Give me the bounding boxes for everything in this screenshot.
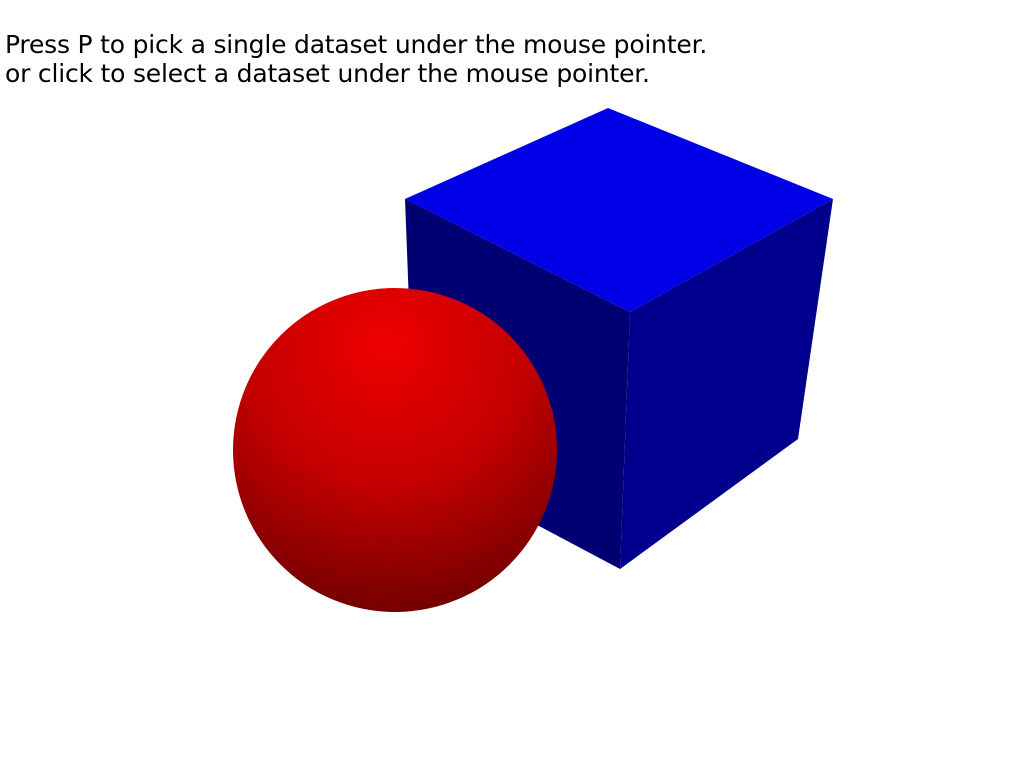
instruction-line-2: or click to select a dataset under the m… — [5, 59, 650, 88]
render-viewport[interactable]: Press P to pick a single dataset under t… — [0, 0, 1024, 768]
pick-instructions: Press P to pick a single dataset under t… — [5, 30, 707, 88]
sphere-body[interactable] — [233, 288, 557, 612]
instruction-line-1: Press P to pick a single dataset under t… — [5, 30, 708, 59]
sphere[interactable] — [233, 288, 557, 612]
scene-canvas[interactable] — [0, 0, 1024, 768]
